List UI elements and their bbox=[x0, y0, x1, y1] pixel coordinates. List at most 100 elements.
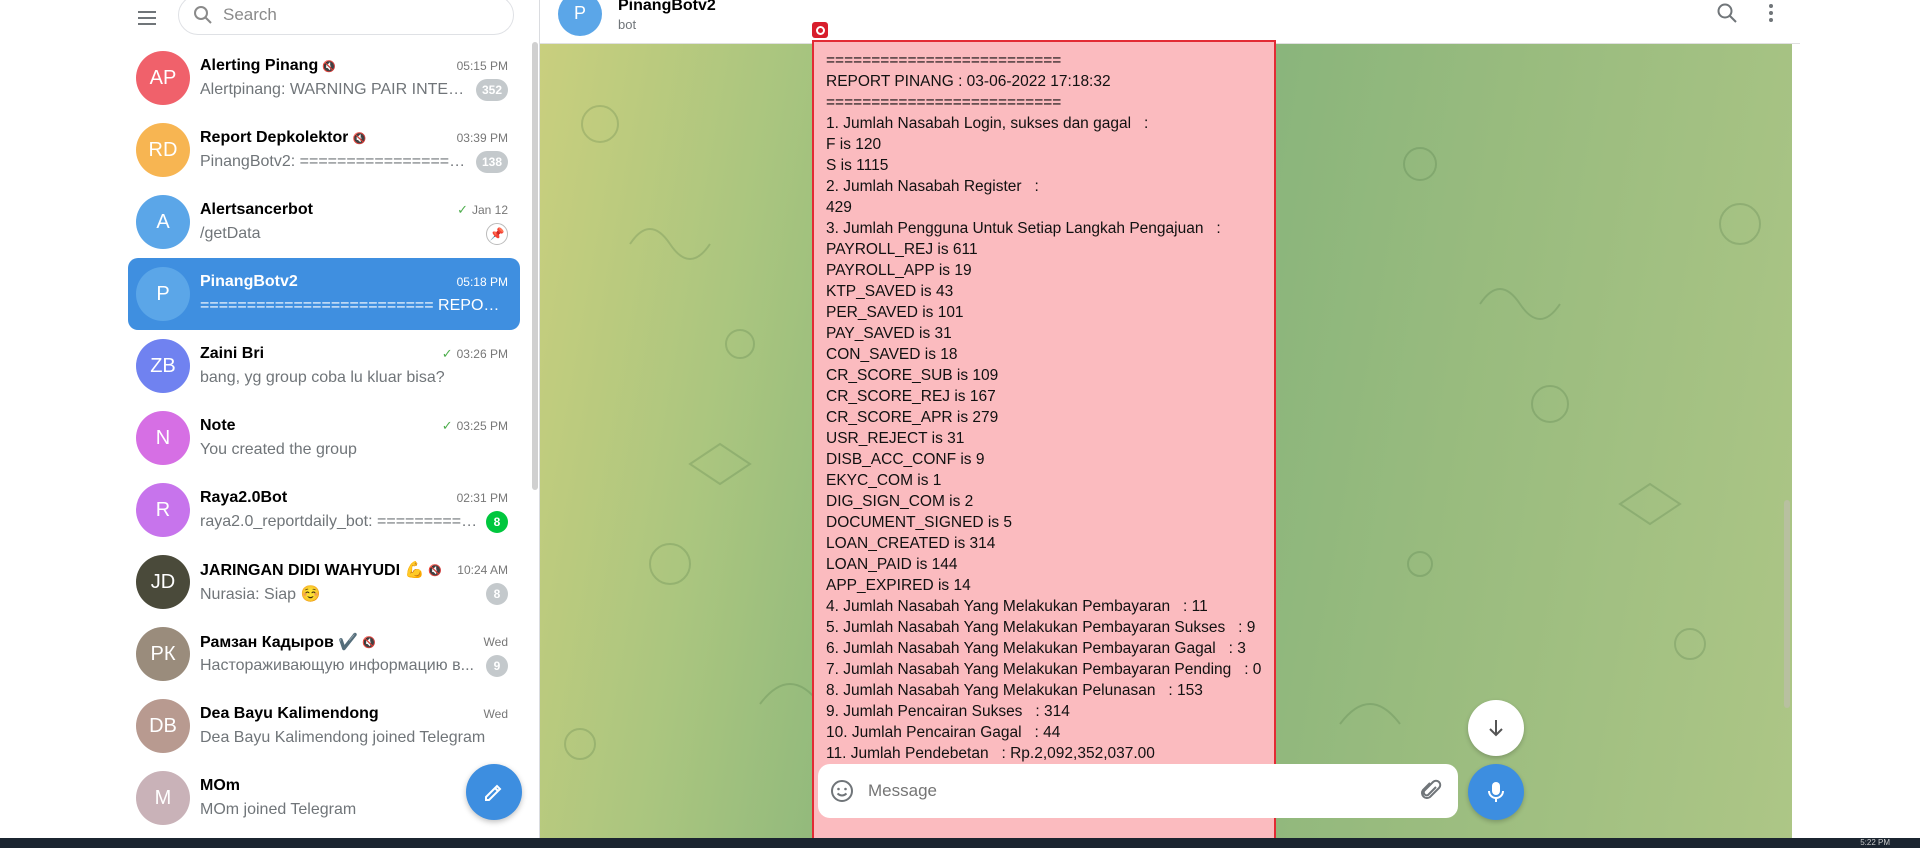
unread-badge: 138 bbox=[475, 151, 508, 173]
pencil-icon bbox=[485, 784, 502, 801]
message-line: PAYROLL_REJ is 611 bbox=[826, 241, 978, 258]
mute-icon: 🔇 bbox=[428, 564, 443, 577]
menu-button[interactable] bbox=[118, 0, 178, 36]
chat-header-row: Alertsancerbot ✓ Jan 12 bbox=[200, 198, 508, 222]
chat-time-text: Wed bbox=[483, 635, 508, 649]
chat-list-panel: Search AP Alerting Pinang 🔇 05:15 PM Alertpi… bbox=[118, 0, 540, 838]
pin-icon: 📌 bbox=[486, 223, 508, 245]
message-line: 6. Jumlah Nasabah Yang Melakukan Pembaya… bbox=[826, 640, 1246, 657]
avatar: ZB bbox=[136, 339, 190, 393]
microphone-icon bbox=[1488, 782, 1504, 802]
search-chat-button[interactable] bbox=[1716, 2, 1738, 24]
message-text: ========================== REPORT PINANG … bbox=[826, 50, 1264, 764]
chat-list: AP Alerting Pinang 🔇 05:15 PM Alertpinang: W… bbox=[118, 42, 528, 834]
message-line: CR_SCORE_REJ is 167 bbox=[826, 388, 996, 405]
message-line: ========================== bbox=[826, 94, 1062, 111]
avatar: AP bbox=[136, 51, 190, 105]
chat-time-text: 10:24 AM bbox=[457, 563, 508, 577]
chat-item[interactable]: RD Report Depkolektor 🔇 03:39 PM PinangBotv2… bbox=[128, 114, 520, 186]
record-indicator bbox=[812, 22, 828, 38]
emoji-button[interactable] bbox=[830, 779, 854, 803]
attach-button[interactable] bbox=[1420, 779, 1442, 803]
chat-title: MOm bbox=[200, 777, 240, 794]
check-icon: ✓ bbox=[441, 346, 453, 361]
check-icon: ✓ bbox=[457, 202, 468, 217]
chat-item[interactable]: M MOm MOm joined Telegram bbox=[128, 762, 520, 834]
message-line: REPORT PINANG : 03-06-2022 17:18:32 bbox=[826, 73, 1111, 90]
message-input[interactable] bbox=[868, 781, 1420, 801]
mute-icon: 🔇 bbox=[352, 132, 367, 145]
chat-info: Рамзан Кадыров ✔️ 🔇 Wed Настораживающую инф… bbox=[200, 630, 508, 678]
chat-list-scrollbar[interactable] bbox=[532, 42, 538, 490]
chat-header-row: MOm bbox=[200, 774, 508, 798]
chat-preview-row: Настораживающую информацию в... 9 bbox=[200, 654, 508, 678]
chat-time-text: 03:39 PM bbox=[456, 131, 508, 145]
message-line: KTP_SAVED is 43 bbox=[826, 283, 954, 300]
chat-item[interactable]: N Note ✓ 03:25 PM You created the group bbox=[128, 402, 520, 474]
new-message-button[interactable] bbox=[466, 764, 522, 820]
chat-item[interactable]: P PinangBotv2 05:18 PM ====================… bbox=[128, 258, 520, 330]
left-toolbar: Search bbox=[118, 0, 539, 36]
message-line: EKYC_COM is 1 bbox=[826, 472, 942, 489]
chat-info: MOm MOm joined Telegram bbox=[200, 774, 508, 822]
chat-item[interactable]: A Alertsancerbot ✓ Jan 12/getData 📌 bbox=[128, 186, 520, 258]
chat-preview: You created the group bbox=[200, 441, 357, 458]
chat-preview: /getData bbox=[200, 225, 261, 242]
chat-time-text: 03:26 PM bbox=[456, 347, 508, 361]
chat-preview-row: You created the group bbox=[200, 438, 508, 462]
chat-time-text: 05:18 PM bbox=[456, 275, 508, 289]
chat-title: Zaini Bri bbox=[200, 345, 265, 362]
message-scrollbar[interactable] bbox=[1784, 500, 1790, 708]
chat-item[interactable]: AP Alerting Pinang 🔇 05:15 PM Alertpinang: W… bbox=[128, 42, 520, 114]
search-placeholder: Search bbox=[223, 5, 277, 24]
chat-preview: ========================= REPORT ... bbox=[200, 297, 508, 314]
avatar: N bbox=[136, 411, 190, 465]
scroll-down-button[interactable] bbox=[1468, 700, 1524, 756]
chat-preview-row: MOm joined Telegram bbox=[200, 798, 508, 822]
chat-item[interactable]: DB Dea Bayu Kalimendong Wed Dea Bayu Kalime… bbox=[128, 690, 520, 762]
chat-header-row: JARINGAN DIDI WAHYUDI 💪 🔇 10:24 AM bbox=[200, 558, 508, 582]
message-line: PAYROLL_APP is 19 bbox=[826, 262, 972, 279]
message-bubble[interactable]: ========================== REPORT PINANG … bbox=[812, 40, 1276, 842]
unread-badge: 352 bbox=[475, 79, 508, 101]
message-line: F is 120 bbox=[826, 136, 882, 153]
message-line: CR_SCORE_APR is 279 bbox=[826, 409, 999, 426]
taskbar-clock: 5:22 PM bbox=[1860, 838, 1890, 847]
chat-title: Рамзан Кадыров ✔️ bbox=[200, 634, 359, 651]
message-line: DISB_ACC_CONF is 9 bbox=[826, 451, 985, 468]
chat-item[interactable]: ZB Zaini Bri ✓ 03:26 PM bang, yg group coba … bbox=[128, 330, 520, 402]
message-line: 1. Jumlah Nasabah Login, sukses dan gaga… bbox=[826, 115, 1149, 132]
composer-box bbox=[818, 764, 1458, 818]
unread-badge: 8 bbox=[486, 583, 508, 605]
avatar: DB bbox=[136, 699, 190, 753]
chat-time: ✓ 03:25 PM bbox=[442, 418, 508, 434]
chat-preview-row: raya2.0_reportdaily_bot: ==========... 8 bbox=[200, 510, 508, 534]
message-line: 7. Jumlah Nasabah Yang Melakukan Pembaya… bbox=[826, 661, 1262, 678]
message-line: PER_SAVED is 101 bbox=[826, 304, 964, 321]
avatar: P bbox=[136, 267, 190, 321]
chat-title: Note bbox=[200, 417, 236, 434]
chat-item[interactable]: R Raya2.0Bot 02:31 PM raya2.0_reportdaily_b… bbox=[128, 474, 520, 546]
chat-preview: MOm joined Telegram bbox=[200, 801, 357, 818]
conversation-header[interactable]: P PinangBotv2 bot bbox=[540, 0, 1800, 44]
message-line: S is 1115 bbox=[826, 157, 889, 174]
message-line: 2. Jumlah Nasabah Register : bbox=[826, 178, 1039, 195]
search-input[interactable]: Search bbox=[178, 0, 514, 35]
conversation-avatar[interactable]: P bbox=[558, 0, 602, 36]
more-options-button[interactable] bbox=[1768, 3, 1774, 23]
chat-preview-row: /getData 📌 bbox=[200, 222, 508, 246]
voice-message-button[interactable] bbox=[1468, 764, 1524, 820]
message-line: LOAN_PAID is 144 bbox=[826, 556, 958, 573]
chat-preview-row: PinangBotv2: ===================... 138 bbox=[200, 150, 508, 174]
chat-info: Alertsancerbot ✓ Jan 12/getData 📌 bbox=[200, 198, 508, 246]
chat-info: Raya2.0Bot 02:31 PM raya2.0_reportdaily_bo… bbox=[200, 486, 508, 534]
chat-time: 05:15 PM bbox=[457, 59, 508, 73]
avatar: M bbox=[136, 771, 190, 825]
conversation-title: PinangBotv2 bbox=[618, 0, 716, 14]
chat-time: 10:24 AM bbox=[457, 563, 508, 577]
conversation-info[interactable]: PinangBotv2 bot bbox=[618, 0, 716, 32]
chat-item[interactable]: РК Рамзан Кадыров ✔️ 🔇 Wed Настораживающую и… bbox=[128, 618, 520, 690]
chat-preview-row: ========================= REPORT ... bbox=[200, 294, 508, 318]
chat-item[interactable]: JD JARINGAN DIDI WAHYUDI 💪 🔇 10:24 AM Nurasi… bbox=[128, 546, 520, 618]
message-line: 9. Jumlah Pencairan Sukses : 314 bbox=[826, 703, 1070, 720]
